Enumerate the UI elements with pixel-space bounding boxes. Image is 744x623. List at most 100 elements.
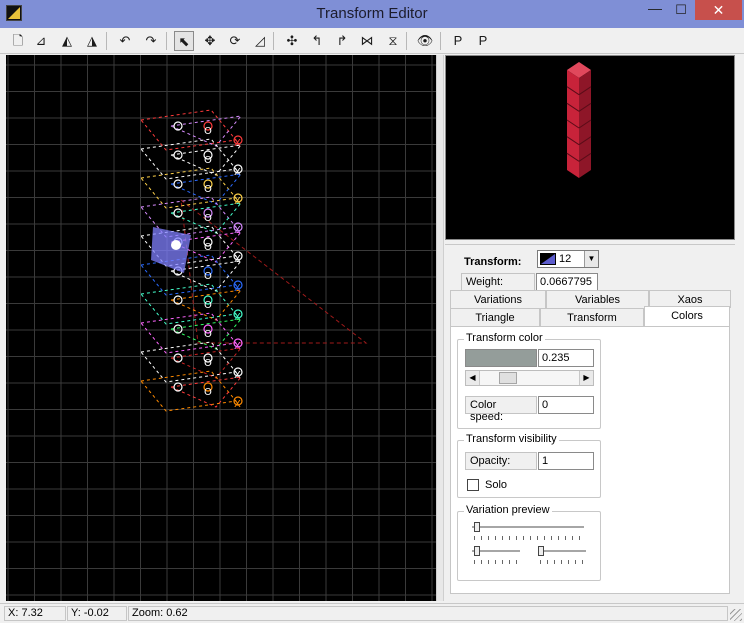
weight-field[interactable]: 0.0667795 xyxy=(536,273,598,291)
transform-node-label: X xyxy=(234,341,241,352)
solo-label: Solo xyxy=(485,479,508,491)
slider-ticks xyxy=(474,536,586,540)
triangle-icon xyxy=(540,253,556,265)
flip-horizontal-icon: ⋈ xyxy=(360,33,374,48)
transform-color-group: Transform color 0.235 ◀ ▶ Color speed: 0 xyxy=(457,332,601,429)
rotate-icon: ⟳ xyxy=(229,33,241,48)
properties-panel: Transform: 12 ▼ Weight: 0.0667795 Variat… xyxy=(445,244,735,601)
color-scroll-thumb[interactable] xyxy=(499,372,518,384)
solo-checkbox[interactable] xyxy=(467,479,479,491)
transform-triangle xyxy=(140,167,237,209)
resize-grip-icon[interactable] xyxy=(730,609,742,621)
tab-triangle[interactable]: Triangle xyxy=(450,308,540,326)
transform-node-label: X xyxy=(234,225,241,236)
rotate-right-icon: ↱ xyxy=(336,33,348,48)
select-mode-button[interactable]: ⬉ xyxy=(174,31,194,51)
transform-color-title: Transform color xyxy=(464,332,545,344)
preview-depth-slider[interactable] xyxy=(468,546,522,568)
preview-range-slider[interactable] xyxy=(468,522,588,544)
transform-node-label: O xyxy=(204,271,212,282)
colors-tab-page: Transform color 0.235 ◀ ▶ Color speed: 0… xyxy=(450,326,730,594)
duplicate-triangle-icon: ◭ xyxy=(62,33,72,48)
maximize-icon: ☐ xyxy=(675,2,687,17)
transform-node-label: X xyxy=(234,196,241,207)
add-transform-button[interactable]: ⊿ xyxy=(31,31,51,51)
rotate-right-button[interactable]: ↱ xyxy=(332,31,352,51)
toolbar-separator xyxy=(166,32,167,50)
rotate-left-icon: ↰ xyxy=(311,33,323,48)
toolbar-separator xyxy=(106,32,107,50)
rotate-mode-button[interactable]: ⟳ xyxy=(225,31,245,51)
weight-label: Weight: xyxy=(461,273,535,291)
status-x: X: 7.32 xyxy=(4,606,66,621)
slider-thumb[interactable] xyxy=(474,546,480,556)
transform-node-label: X xyxy=(234,138,241,149)
new-transform-button[interactable]: 🗋 xyxy=(8,31,28,51)
tab-variables[interactable]: Variables xyxy=(546,290,649,308)
slider-ticks xyxy=(474,560,522,564)
transform-node-label: X xyxy=(234,167,241,178)
add-triangle-icon: ⊿ xyxy=(35,33,47,48)
transform-node-label: O xyxy=(204,358,212,369)
transform-node-label: O xyxy=(204,300,212,311)
splitter[interactable] xyxy=(436,55,444,601)
transform-triangle xyxy=(140,370,237,412)
toolbar-separator xyxy=(273,32,274,50)
transform-node-label: X xyxy=(234,312,241,323)
canvas-graphics[interactable]: O X O X O X O X O X O X O X O X O X O X xyxy=(6,55,436,601)
opacity-field[interactable]: 1 xyxy=(538,452,594,470)
window-title: Transform Editor xyxy=(316,5,428,22)
toggle-preview-button[interactable]: 👁 xyxy=(415,31,435,51)
selected-transform xyxy=(151,227,191,273)
transform-node-label: O xyxy=(204,184,212,195)
scroll-left-icon[interactable]: ◀ xyxy=(466,371,480,385)
color-speed-label: Color speed: xyxy=(465,396,537,423)
transform-node-label: O xyxy=(204,387,212,398)
tab-colors[interactable]: Colors xyxy=(644,306,730,326)
transform-canvas[interactable]: O X O X O X O X O X O X O X O X O X O X xyxy=(6,55,436,601)
transform-node-label: X xyxy=(234,283,241,294)
delete-transform-button[interactable]: ◮ xyxy=(82,31,102,51)
status-zoom: Zoom: 0.62 xyxy=(128,606,728,621)
transform-select[interactable]: 12 ▼ xyxy=(537,250,599,268)
slider-thumb[interactable] xyxy=(474,522,480,532)
rotate-left-button[interactable]: ↰ xyxy=(307,31,327,51)
duplicate-transform-button[interactable]: ◭ xyxy=(57,31,77,51)
fractal-preview xyxy=(445,55,735,240)
slider-track xyxy=(538,550,586,552)
redo-button[interactable]: ↷ xyxy=(141,31,161,51)
tab-variations[interactable]: Variations xyxy=(450,290,546,308)
preview-density-slider[interactable] xyxy=(534,546,588,568)
close-icon: ✕ xyxy=(712,2,725,18)
slider-thumb[interactable] xyxy=(538,546,544,556)
add-post-transform-icon: P xyxy=(478,33,488,48)
flip-vertical-button[interactable]: ⧖ xyxy=(383,31,403,51)
scroll-right-icon[interactable]: ▶ xyxy=(579,371,593,385)
post-transform-icon: P xyxy=(453,33,463,48)
redo-icon: ↷ xyxy=(145,33,157,48)
post-transform-button[interactable]: P xyxy=(448,31,468,51)
toolbar-separator xyxy=(440,32,441,50)
slider-ticks xyxy=(540,560,588,564)
chevron-down-icon[interactable]: ▼ xyxy=(584,251,598,267)
close-button[interactable]: ✕ xyxy=(695,0,742,20)
color-swatch[interactable] xyxy=(465,349,537,367)
move-mode-button[interactable]: ✥ xyxy=(200,31,220,51)
add-post-transform-button[interactable]: P xyxy=(473,31,493,51)
toolbar: 🗋 ⊿ ◭ ◮ ↶ ↷ ⬉ ✥ ⟳ ◿ ✣ ↰ ↱ ⋈ ⧖ 👁 P P xyxy=(0,28,744,54)
color-speed-field[interactable]: 0 xyxy=(538,396,594,414)
maximize-button[interactable]: ☐ xyxy=(668,0,694,20)
transform-label: Transform: xyxy=(464,256,522,268)
reset-pivot-button[interactable]: ✣ xyxy=(282,31,302,51)
flip-horizontal-button[interactable]: ⋈ xyxy=(357,31,377,51)
transform-node-label: O xyxy=(204,329,212,340)
color-value-field[interactable]: 0.235 xyxy=(538,349,594,367)
preview-graphics xyxy=(566,62,592,178)
scale-mode-button[interactable]: ◿ xyxy=(250,31,270,51)
tab-transform[interactable]: Transform xyxy=(540,308,644,326)
status-y: Y: -0.02 xyxy=(67,606,127,621)
transform-node-label: O xyxy=(204,126,212,137)
color-scrollbar[interactable]: ◀ ▶ xyxy=(465,370,594,386)
minimize-button[interactable]: — xyxy=(642,0,668,20)
undo-button[interactable]: ↶ xyxy=(115,31,135,51)
